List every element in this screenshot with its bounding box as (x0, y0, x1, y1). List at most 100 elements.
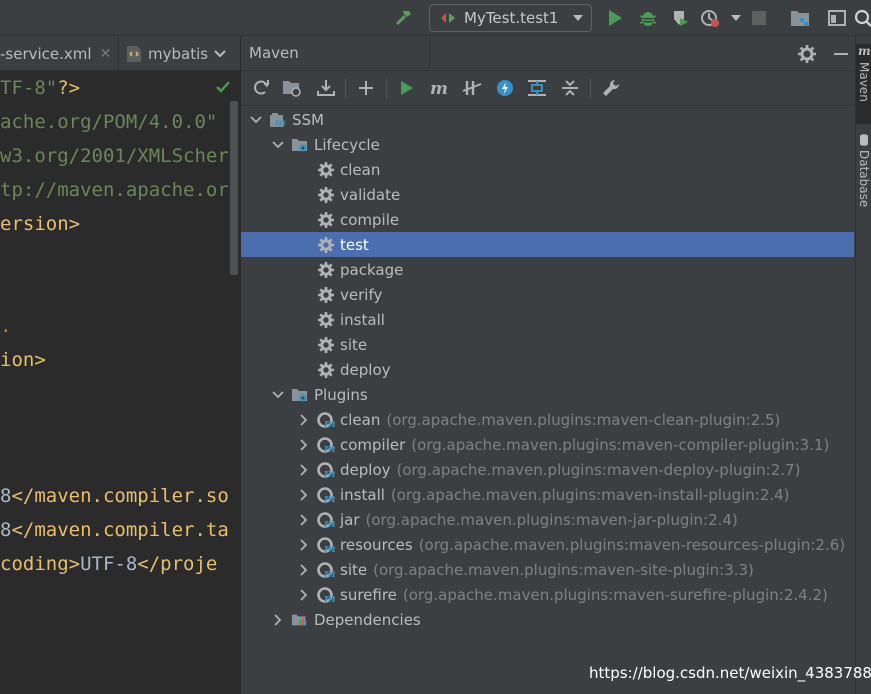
tree-node-label: Plugins (314, 385, 368, 404)
chevron-right-icon[interactable] (297, 432, 311, 457)
tree-node-jar[interactable]: m jar (org.apache.maven.plugins:maven-jar-… (241, 507, 854, 532)
editor-tab-service-xml[interactable]: -service.xml ✕ (0, 36, 112, 70)
tree-node-dependencies[interactable]: Dependencies (241, 607, 854, 632)
chevron-right-icon[interactable] (297, 532, 311, 557)
code-line: tp://maven.apache.or (0, 173, 229, 207)
chevron-right-icon[interactable] (297, 507, 311, 532)
build-hammer-icon[interactable] (392, 6, 416, 30)
chevron-down-icon (573, 15, 583, 21)
run-icon[interactable] (395, 76, 419, 100)
svg-text:m: m (275, 118, 286, 128)
chevron-right-icon[interactable] (271, 607, 285, 632)
profiler-icon[interactable] (698, 6, 722, 30)
tree-node-plugins[interactable]: Plugins (241, 382, 854, 407)
tree-node-deploy[interactable]: m deploy (org.apache.maven.plugins:maven-d… (241, 457, 854, 482)
project-structure-icon[interactable] (788, 6, 812, 30)
tree-node-install[interactable]: install (241, 307, 854, 332)
tree-node-verify[interactable]: verify (241, 282, 854, 307)
tree-node-label: resources (340, 535, 413, 554)
gear-icon (317, 161, 335, 179)
reload-icon[interactable] (249, 76, 273, 100)
tree-node-label: jar (340, 510, 360, 529)
maven-projects-tree: m SSM Lifecycle clean validate compile test pac… (241, 107, 856, 694)
minimize-icon[interactable] (829, 42, 853, 66)
code-token: </proje (137, 553, 218, 575)
tab-label: -service.xml (0, 44, 92, 63)
collapse-all-icon[interactable] (558, 76, 582, 100)
tree-node-validate[interactable]: validate (241, 182, 854, 207)
editor-tab-bar: -service.xml ✕ mybatis (0, 36, 240, 71)
chevron-down-icon[interactable] (724, 6, 748, 30)
gear-icon (317, 261, 335, 279)
tree-node-compiler[interactable]: m compiler (org.apache.maven.plugins:maven… (241, 432, 854, 457)
maven-plugin-icon: m (317, 536, 335, 554)
code-line: ersion> (0, 207, 80, 241)
tree-node-test[interactable]: test (241, 232, 854, 257)
run-icon[interactable] (603, 6, 627, 30)
presentation-mode-icon[interactable] (825, 6, 849, 30)
tree-node-package[interactable]: package (241, 257, 854, 282)
side-tab-database[interactable]: Database (856, 134, 871, 224)
search-icon[interactable] (851, 6, 871, 30)
close-icon[interactable]: ✕ (100, 46, 112, 62)
tab-list-chevron-icon[interactable] (214, 50, 226, 58)
svg-text:m: m (324, 517, 335, 529)
run-with-coverage-icon[interactable] (668, 6, 692, 30)
chevron-down-icon[interactable] (271, 382, 285, 407)
tree-node-install[interactable]: m install (org.apache.maven.plugins:maven-… (241, 482, 854, 507)
tree-node-compile[interactable]: compile (241, 207, 854, 232)
chevron-down-icon[interactable] (271, 132, 285, 157)
chevron-right-icon[interactable] (297, 457, 311, 482)
chevron-right-icon[interactable] (297, 482, 311, 507)
execute-maven-goal-icon[interactable]: m (428, 76, 452, 100)
tree-node-ssm[interactable]: m SSM (241, 107, 854, 132)
show-dependencies-icon[interactable] (525, 76, 549, 100)
editor-scrollbar[interactable] (230, 101, 238, 275)
generate-sources-icon[interactable] (280, 76, 304, 100)
plugin-coordinates: (org.apache.maven.plugins:maven-install-… (390, 485, 790, 504)
plugin-coordinates: (org.apache.maven.plugins:maven-deploy-p… (396, 460, 801, 479)
gear-icon (317, 286, 335, 304)
run-configuration-selector[interactable]: MyTest.test1 (429, 4, 592, 32)
tree-node-label: verify (340, 285, 383, 304)
maven-plugin-icon: m (317, 411, 335, 429)
gear-icon[interactable] (795, 42, 819, 66)
tree-node-clean[interactable]: m clean (org.apache.maven.plugins:maven-cl… (241, 407, 854, 432)
tree-node-site[interactable]: site (241, 332, 854, 357)
stop-icon[interactable] (747, 6, 771, 30)
add-icon[interactable] (354, 76, 378, 100)
maven-project-icon: m (269, 111, 287, 129)
tree-node-label: validate (340, 185, 401, 204)
chevron-right-icon[interactable] (297, 407, 311, 432)
tree-node-label: site (340, 560, 368, 579)
chevron-down-icon[interactable] (249, 107, 263, 132)
tree-node-deploy[interactable]: deploy (241, 357, 854, 382)
chevron-right-icon[interactable] (297, 557, 311, 582)
maven-plugin-icon: m (317, 561, 335, 579)
tree-node-site[interactable]: m site (org.apache.maven.plugins:maven-sit… (241, 557, 854, 582)
tree-node-clean[interactable]: clean (241, 157, 854, 182)
tree-node-label: install (340, 310, 385, 329)
svg-text:m: m (324, 467, 335, 479)
maven-plugin-icon: m (317, 486, 335, 504)
side-tab-maven[interactable]: m Maven (856, 44, 871, 124)
code-token: coding> (0, 553, 81, 575)
tree-node-label: clean (340, 160, 381, 179)
code-editor[interactable]: TF-8"?> ache.org/POM/4.0.0" w3.org/2001/XM… (0, 71, 240, 694)
maven-icon: m (858, 44, 870, 58)
tree-node-resources[interactable]: m resources (org.apache.maven.plugins:mave… (241, 532, 854, 557)
tree-node-label: test (340, 235, 369, 254)
editor-tab-mybatis[interactable]: mybatis (126, 36, 208, 70)
tree-node-label: SSM (292, 110, 324, 129)
wrench-settings-icon[interactable] (599, 76, 623, 100)
toggle-offline-mode-icon[interactable] (460, 76, 484, 100)
tree-node-surefire[interactable]: m surefire (org.apache.maven.plugins:maven… (241, 582, 854, 607)
download-sources-icon[interactable] (314, 76, 338, 100)
tree-node-label: Lifecycle (314, 135, 380, 154)
debug-bug-icon[interactable] (636, 6, 660, 30)
chevron-right-icon[interactable] (297, 582, 311, 607)
skip-tests-icon[interactable] (493, 76, 517, 100)
svg-text:m: m (324, 542, 335, 554)
code-token: ion> (0, 349, 46, 371)
tree-node-lifecycle[interactable]: Lifecycle (241, 132, 854, 157)
